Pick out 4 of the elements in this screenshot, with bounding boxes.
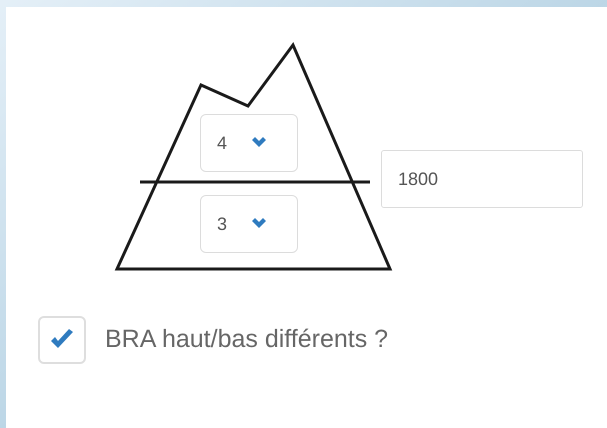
checkbox-label: BRA haut/bas différents ?: [105, 324, 388, 356]
altitude-field[interactable]: 1800: [381, 150, 583, 208]
level-select[interactable]: 3: [200, 195, 298, 253]
level-select[interactable]: 4: [200, 114, 298, 172]
